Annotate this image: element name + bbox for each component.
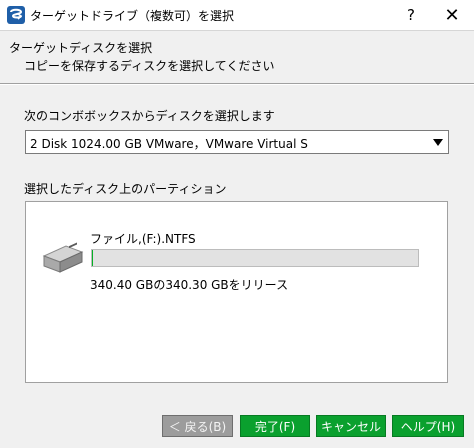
disk-combo-box[interactable]: 2 Disk 1024.00 GB VMware，VMware Virtual … [25,130,449,154]
help-title-button[interactable]: ? [391,0,431,30]
partition-list: ファイル,(F:).NTFS 340.40 GBの340.30 GBをリリース [25,201,448,383]
back-button[interactable]: ＜ 戻る(B) [162,415,233,437]
disk-combo-value: 2 Disk 1024.00 GB VMware，VMware Virtual … [30,137,308,151]
disk-combo-label: 次のコンボボックスからディスクを選択します [24,109,275,123]
finish-button[interactable]: 完了(F) [240,415,310,437]
title-bar: ターゲットドライブ（複数可）を選択 ? ✕ [0,0,474,31]
close-icon: ✕ [444,4,460,26]
help-button[interactable]: ヘルプ(H) [392,415,464,437]
cancel-button[interactable]: キャンセル [316,415,386,437]
hard-drive-icon[interactable] [40,238,84,278]
partitions-label: 選択したディスク上のパーティション [24,182,227,196]
wizard-step-title: ターゲットディスクを選択 [9,41,153,55]
header-divider [0,83,474,85]
partition-name[interactable]: ファイル,(F:).NTFS [90,230,196,247]
close-button[interactable]: ✕ [432,0,472,30]
partition-usage-bar [91,249,419,267]
chevron-down-icon [433,139,443,146]
wizard-step-subtitle: コピーを保存するディスクを選択してください [24,59,275,73]
partition-release-text: 340.40 GBの340.30 GBをリリース [90,278,289,292]
app-logo-icon [7,6,25,24]
window-title: ターゲットドライブ（複数可）を選択 [30,9,235,23]
